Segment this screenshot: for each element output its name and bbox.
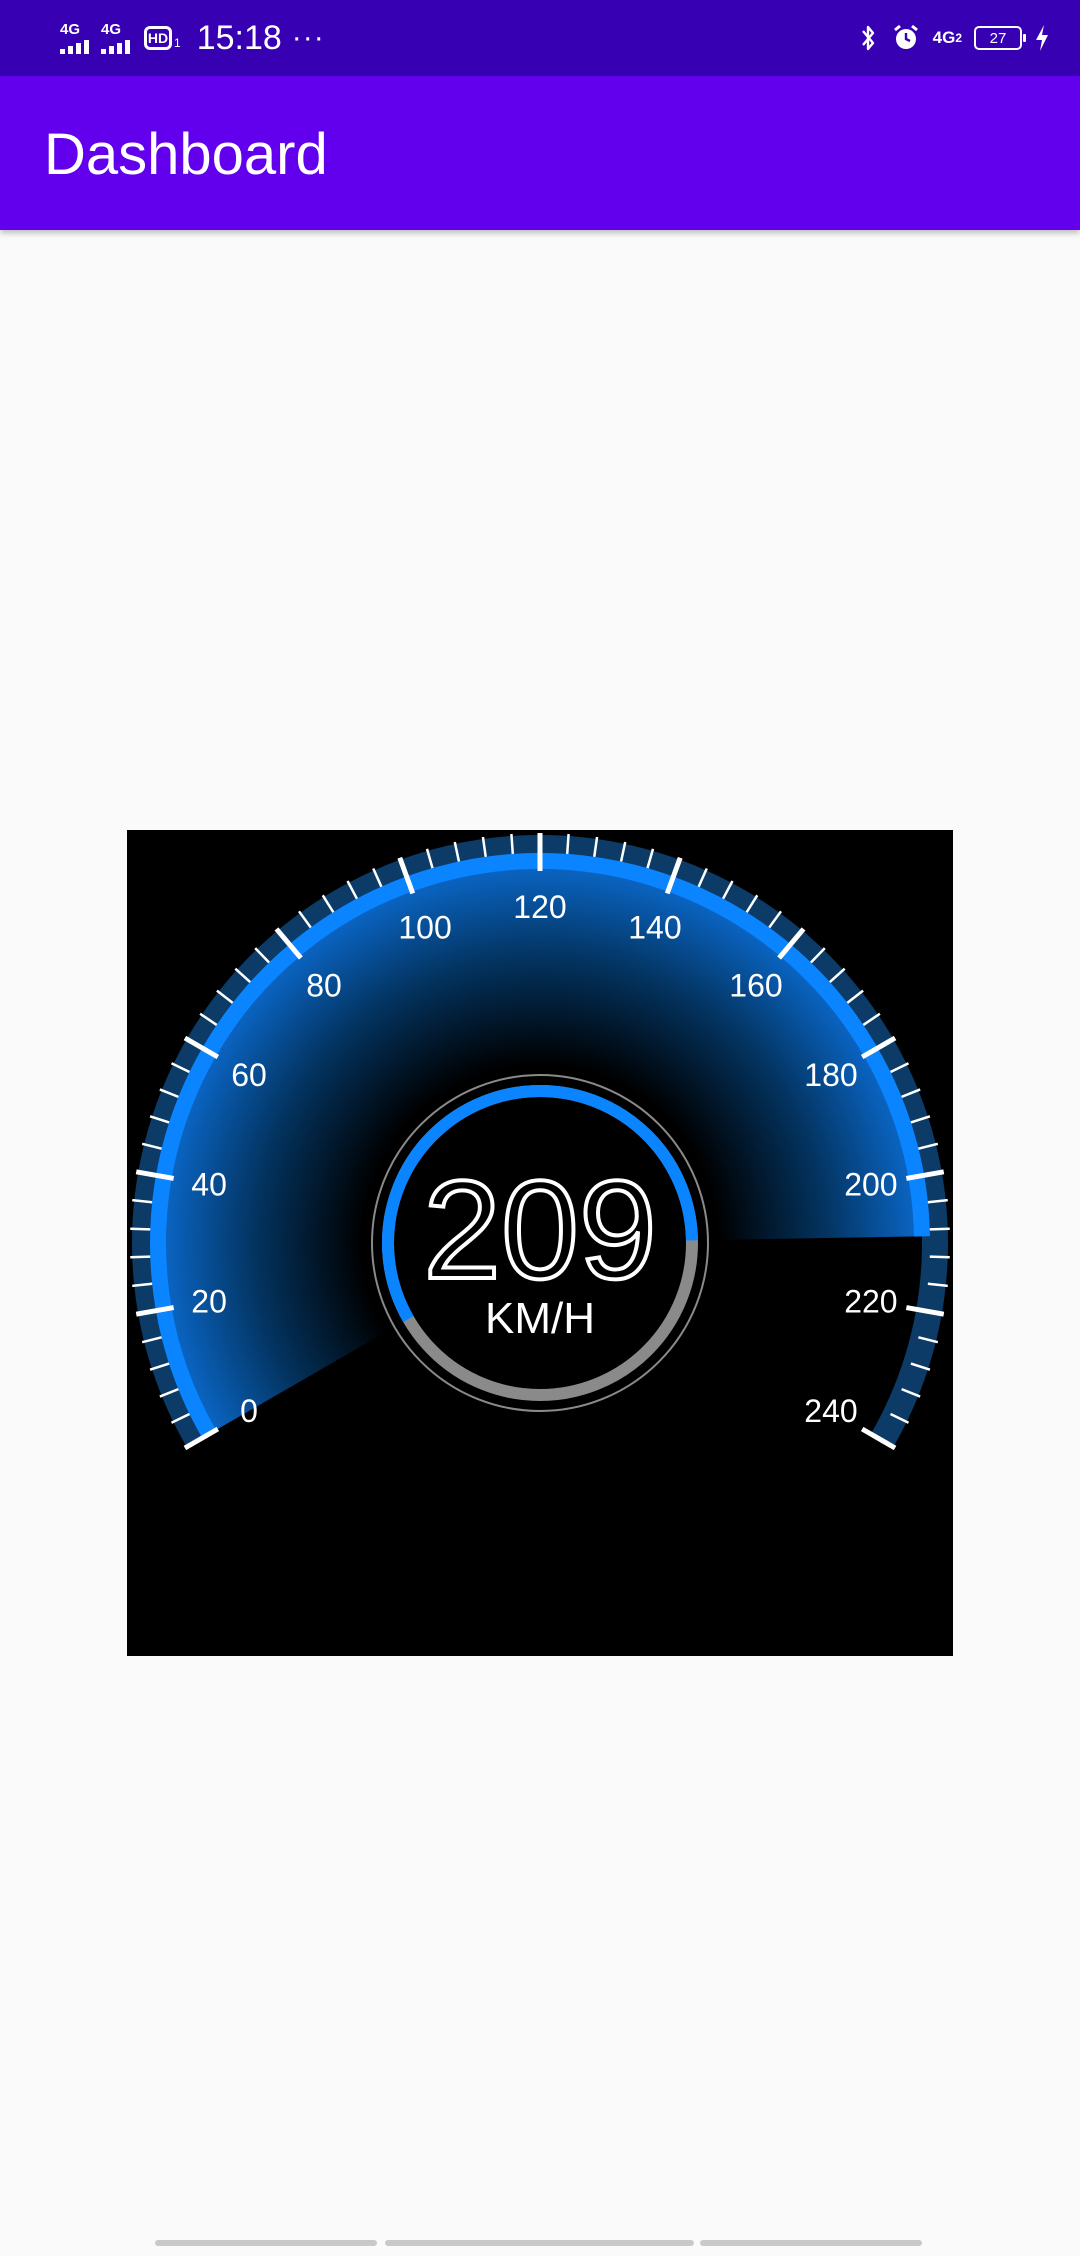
network-icon: 4G 2 <box>933 28 962 48</box>
nav-bar-segment <box>155 2240 377 2246</box>
tick-label: 200 <box>844 1167 897 1203</box>
tick-label: 120 <box>513 889 566 925</box>
status-bar: 4G 4G HD 1 15:18 ··· 4G 2 27 <box>0 0 1080 76</box>
tick-label: 140 <box>628 909 681 945</box>
tick-label: 60 <box>231 1057 267 1093</box>
battery-icon: 27 <box>974 26 1026 50</box>
hd-sub-label: 1 <box>174 36 181 50</box>
minor-tick <box>510 833 515 855</box>
signal-icon: 4G <box>60 22 89 54</box>
minor-tick <box>929 1255 950 1259</box>
nav-bar-segment <box>385 2240 694 2246</box>
tick-label: 40 <box>191 1167 227 1203</box>
minor-tick <box>929 1227 950 1231</box>
tick-label: 160 <box>729 968 782 1004</box>
sim2-label: 4G <box>101 21 122 38</box>
speed-value: 209 <box>423 1151 657 1308</box>
speed-glow-sector <box>145 847 935 1441</box>
tick-label: 0 <box>240 1393 258 1429</box>
speedometer-graphic: 0 20 40 60 80 100 120 140 160 180 200 220 240 209 KM… <box>130 833 950 1451</box>
sim1-label: 4G <box>60 21 81 38</box>
alarm-icon <box>891 23 921 53</box>
tick-label: 240 <box>804 1393 857 1429</box>
tick-label: 80 <box>306 968 342 1004</box>
battery-level: 27 <box>989 29 1007 47</box>
minor-tick <box>130 1255 151 1259</box>
minor-tick <box>565 833 570 855</box>
bluetooth-icon <box>857 23 879 53</box>
tick-label: 20 <box>191 1283 227 1319</box>
network-sub-label: 2 <box>955 31 962 45</box>
tick-label: 220 <box>844 1283 897 1319</box>
page-title: Dashboard <box>44 122 328 187</box>
status-bar-left: 4G 4G HD 1 15:18 ··· <box>60 18 325 58</box>
minor-tick <box>130 1227 151 1231</box>
network-label: 4G <box>932 28 956 47</box>
hd-icon: HD <box>144 26 172 50</box>
app-bar: Dashboard <box>0 76 1080 230</box>
tick-label: 100 <box>398 909 451 945</box>
signal-icon: 4G <box>101 22 130 54</box>
speedometer-gauge: 0 20 40 60 80 100 120 140 160 180 200 220 240 209 KM… <box>127 830 953 1656</box>
speed-unit: KM/H <box>485 1294 595 1343</box>
speed-glow <box>145 847 935 1441</box>
status-bar-right: 4G 2 27 <box>857 18 1050 58</box>
nav-bar-segment <box>700 2240 922 2246</box>
more-notifications-icon: ··· <box>291 21 325 54</box>
gesture-nav-bar <box>0 2226 1080 2256</box>
charging-icon <box>1034 24 1050 52</box>
status-time: 15:18 <box>196 18 282 57</box>
tick-label: 180 <box>804 1057 857 1093</box>
